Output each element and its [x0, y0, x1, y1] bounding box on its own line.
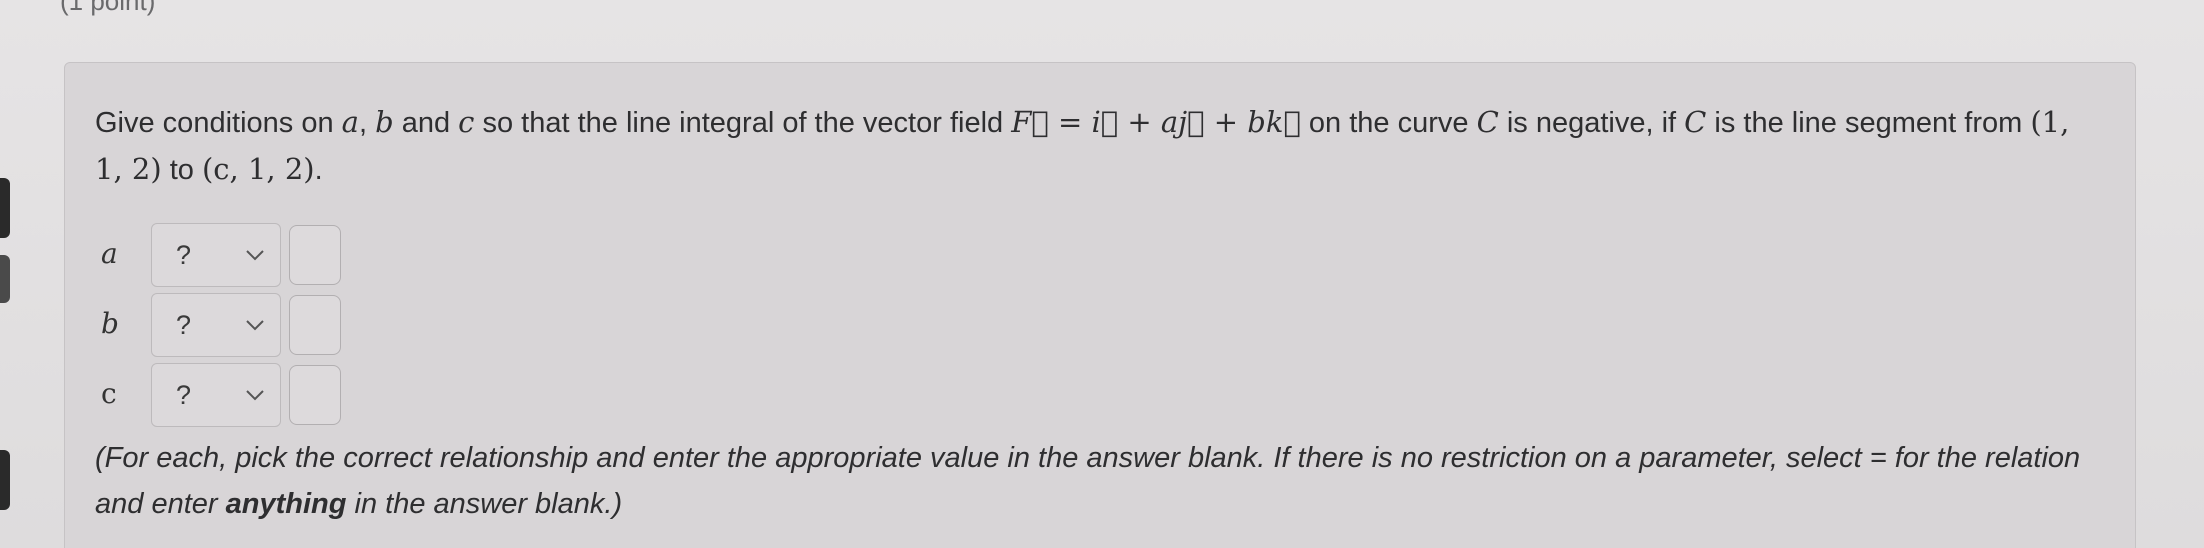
select-value: ? [176, 310, 192, 340]
left-edge-tab [0, 450, 10, 510]
relation-select-b[interactable]: ? [151, 293, 281, 357]
left-edge-tab [0, 178, 10, 238]
relation-select-c[interactable]: ? [151, 363, 281, 427]
left-edge-tab [0, 255, 10, 303]
condition-row-c: c ? [95, 363, 495, 429]
variable-label: a [101, 237, 118, 270]
question-card: Give conditions on a, b and c so that th… [64, 62, 2136, 548]
condition-row-b: b ? [95, 293, 495, 359]
chevron-down-icon [246, 250, 264, 261]
emphasis-anything: anything [225, 488, 347, 520]
condition-row-a: a ? [95, 223, 495, 289]
relation-select-a[interactable]: ? [151, 223, 281, 287]
question-text: Give conditions on a, b and c so that th… [95, 105, 2070, 186]
select-value: ? [176, 240, 192, 270]
answer-input-c[interactable] [289, 365, 341, 425]
vector-field-expression: F⃗ = i⃗ + aj⃗ + bk⃗ [1011, 105, 1301, 139]
chevron-down-icon [246, 390, 264, 401]
variable-label: c [101, 377, 117, 410]
instructions-text: (For each, pick the correct relationship… [95, 442, 2081, 520]
chevron-down-icon [246, 320, 264, 331]
previous-question-fragment: (1 point) [60, 0, 156, 16]
select-value: ? [176, 380, 192, 410]
variable-label: b [101, 307, 119, 340]
end-point: (c, 1, 2) [201, 152, 315, 186]
answer-input-a[interactable] [289, 225, 341, 285]
answer-input-b[interactable] [289, 295, 341, 355]
